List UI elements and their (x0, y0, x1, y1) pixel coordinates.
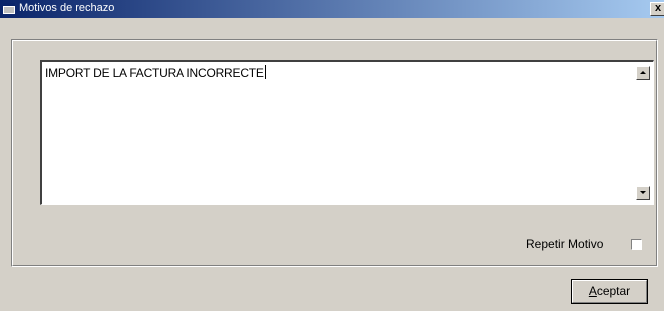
reason-text-value: IMPORT DE LA FACTURA INCORRECTE (45, 65, 266, 80)
scroll-up-arrow-icon (640, 71, 646, 74)
app-window-icon (3, 3, 15, 14)
repeat-reason-checkbox[interactable] (631, 239, 642, 250)
title-bar[interactable]: Motivos de rechazo x (0, 0, 664, 18)
close-icon: x (654, 2, 662, 14)
scroll-down-arrow-icon (640, 191, 646, 194)
accept-button-face: Aceptar (572, 280, 647, 303)
window-title: Motivos de rechazo (19, 2, 115, 14)
repeat-reason-label: Repetir Motivo (526, 237, 604, 251)
accept-mnemonic: A (588, 284, 597, 298)
scroll-down-button[interactable] (636, 186, 650, 200)
text-caret (264, 65, 266, 79)
scroll-up-button[interactable] (636, 66, 650, 80)
accept-label-rest: ceptar (596, 284, 631, 298)
accept-button[interactable]: Aceptar (571, 279, 648, 304)
close-button[interactable]: x (650, 2, 664, 16)
reason-textarea[interactable]: IMPORT DE LA FACTURA INCORRECTE (40, 60, 654, 205)
